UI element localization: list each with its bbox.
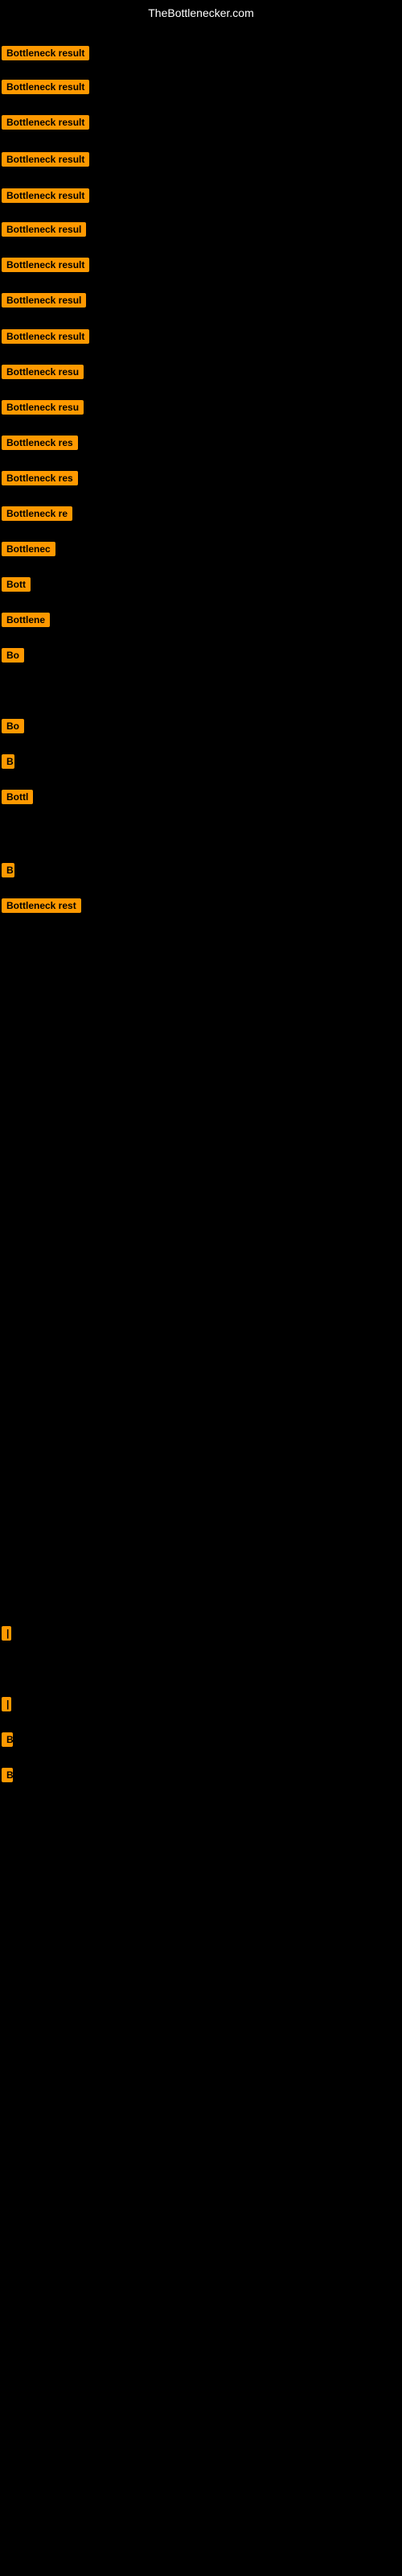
bottleneck-badge-row: Bottleneck resu bbox=[2, 365, 84, 383]
bottleneck-badge[interactable]: Bottleneck re bbox=[2, 506, 72, 521]
bottleneck-badge-row: Bottleneck re bbox=[2, 506, 72, 525]
bottleneck-badge[interactable]: Bottleneck resul bbox=[2, 293, 86, 308]
bottleneck-badge[interactable]: Bottleneck result bbox=[2, 80, 89, 94]
bottleneck-badge-row: Bottleneck result bbox=[2, 329, 89, 348]
bottleneck-badge-row: B bbox=[2, 1732, 13, 1751]
bottleneck-badge[interactable]: Bottleneck res bbox=[2, 436, 78, 450]
bottleneck-badge[interactable]: Bott bbox=[2, 577, 31, 592]
bottleneck-badge-row: Bottleneck result bbox=[2, 152, 89, 171]
bottleneck-badge[interactable]: Bottl bbox=[2, 790, 33, 804]
bottleneck-badge-row: Bottleneck res bbox=[2, 436, 78, 454]
bottleneck-badge[interactable]: Bottleneck result bbox=[2, 258, 89, 272]
bottleneck-badge-row: Bottleneck resul bbox=[2, 222, 86, 241]
bottleneck-badge-row: B bbox=[2, 1768, 13, 1786]
bottleneck-badge[interactable]: B bbox=[2, 754, 14, 769]
bottleneck-badge[interactable]: B bbox=[2, 1768, 13, 1782]
bottleneck-badge[interactable]: Bo bbox=[2, 648, 24, 663]
bottleneck-badge[interactable]: Bottleneck resul bbox=[2, 222, 86, 237]
bottleneck-badge-row: Bottleneck result bbox=[2, 80, 89, 98]
bottleneck-badge[interactable]: Bottlenec bbox=[2, 542, 55, 556]
bottleneck-badge-row: Bottlene bbox=[2, 613, 50, 631]
bottleneck-badge-row: Bottleneck result bbox=[2, 46, 89, 64]
bottleneck-badge[interactable]: Bo bbox=[2, 719, 24, 733]
bottleneck-badge-row: | bbox=[2, 1626, 11, 1645]
bottleneck-badge-row: Bottleneck result bbox=[2, 115, 89, 134]
bottleneck-badge[interactable]: Bottleneck resu bbox=[2, 365, 84, 379]
bottleneck-badge[interactable]: B bbox=[2, 1732, 13, 1747]
bottleneck-badge[interactable]: Bottleneck result bbox=[2, 188, 89, 203]
bottleneck-badge-row: Bottleneck resu bbox=[2, 400, 84, 419]
bottleneck-badge-row: | bbox=[2, 1697, 11, 1715]
bottleneck-badge[interactable]: Bottleneck result bbox=[2, 46, 89, 60]
bottleneck-badge-row: Bottl bbox=[2, 790, 33, 808]
bottleneck-badge[interactable]: Bottlene bbox=[2, 613, 50, 627]
bottleneck-badge[interactable]: Bottleneck resu bbox=[2, 400, 84, 415]
bottleneck-badge-row: Bottleneck rest bbox=[2, 898, 81, 917]
bottleneck-badge[interactable]: | bbox=[2, 1626, 11, 1641]
bottleneck-badge-row: B bbox=[2, 754, 14, 773]
bottleneck-badge[interactable]: Bottleneck result bbox=[2, 115, 89, 130]
bottleneck-badge-row: Bottleneck result bbox=[2, 258, 89, 276]
bottleneck-badge[interactable]: Bottleneck rest bbox=[2, 898, 81, 913]
bottleneck-badge-row: Bo bbox=[2, 719, 24, 737]
bottleneck-badge[interactable]: Bottleneck result bbox=[2, 152, 89, 167]
bottleneck-badge[interactable]: | bbox=[2, 1697, 11, 1711]
bottleneck-badge[interactable]: Bottleneck res bbox=[2, 471, 78, 485]
bottleneck-badge-row: Bottleneck resul bbox=[2, 293, 86, 312]
bottleneck-badge-row: Bo bbox=[2, 648, 24, 667]
site-title: TheBottlenecker.com bbox=[0, 0, 402, 23]
bottleneck-badge-row: Bott bbox=[2, 577, 31, 596]
bottleneck-badge-row: Bottleneck res bbox=[2, 471, 78, 489]
bottleneck-badge[interactable]: B bbox=[2, 863, 14, 877]
bottleneck-badge-row: B bbox=[2, 863, 14, 881]
bottleneck-badge-row: Bottlenec bbox=[2, 542, 55, 560]
bottleneck-badge-row: Bottleneck result bbox=[2, 188, 89, 207]
bottleneck-badge[interactable]: Bottleneck result bbox=[2, 329, 89, 344]
